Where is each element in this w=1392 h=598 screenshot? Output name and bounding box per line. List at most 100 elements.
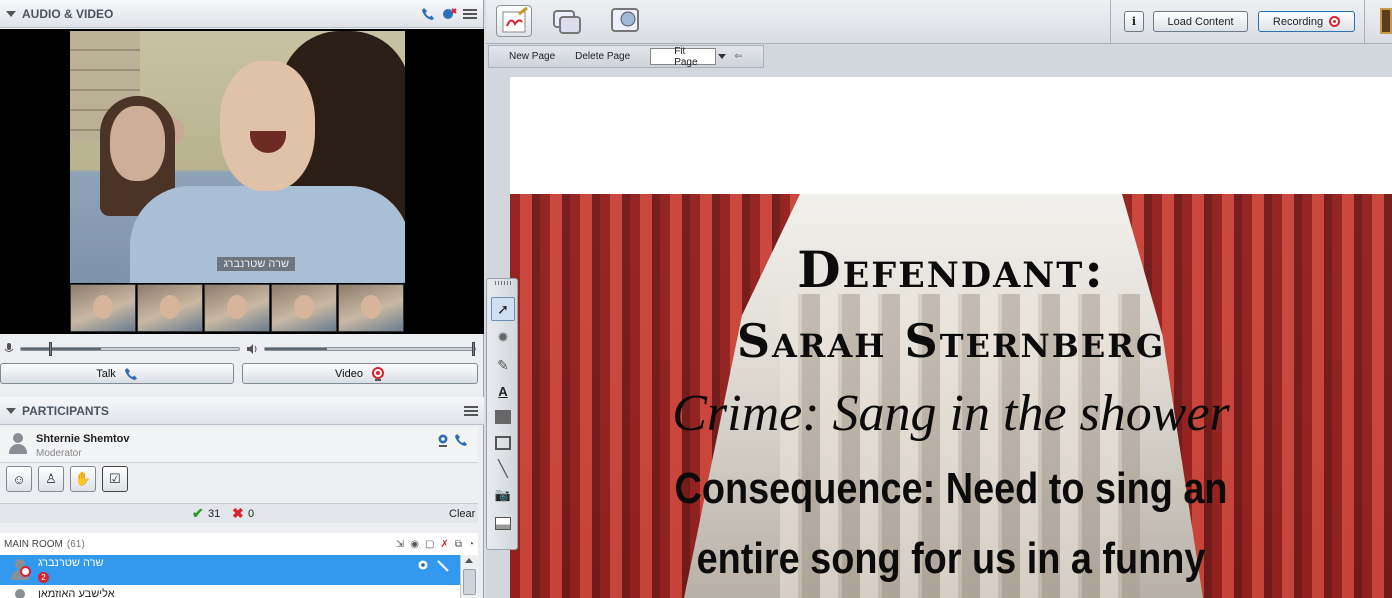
talk-icon <box>124 367 137 380</box>
list-item[interactable]: אלישבע האוזמאן <box>0 585 460 598</box>
smiley-icon: ☺ <box>12 471 26 487</box>
filled-rect-tool[interactable] <box>491 405 515 429</box>
info-button[interactable]: i <box>1124 11 1144 32</box>
panel-menu-icon[interactable] <box>463 8 477 19</box>
status-buttons: ☺ ♙ ✋ ☑ <box>6 466 128 492</box>
app-share-button[interactable] <box>550 5 586 37</box>
share-col-icon[interactable]: ⧉ <box>455 539 462 550</box>
whiteboard-mode-button[interactable] <box>496 5 532 37</box>
speaker-slider-handle[interactable] <box>472 342 475 356</box>
rect-tool[interactable] <box>491 431 515 455</box>
raise-hand-button[interactable]: ✋ <box>70 466 96 492</box>
video-thumbnail[interactable] <box>137 284 203 332</box>
poll-counts: ✔ 31 ✖ 0 Clear <box>0 503 478 523</box>
page-toolbar: New Page Delete Page Fit Page ⇐ <box>488 45 764 68</box>
step-away-button[interactable]: ♙ <box>38 466 64 492</box>
pen-tool[interactable]: ✎ <box>491 353 515 377</box>
whiteboard-tool-palette: ➚ ✹ ✎ A ╲ 📷 <box>486 278 518 550</box>
checkbox-icon: ☑ <box>109 471 121 486</box>
video-button[interactable]: Video <box>242 363 478 384</box>
speaker-volume-slider[interactable] <box>264 342 476 356</box>
video-person-main-face <box>220 61 315 191</box>
video-thumbnail[interactable] <box>338 284 404 332</box>
transfer-icon[interactable]: ⇲ <box>396 539 404 550</box>
mic-volume-slider[interactable] <box>20 342 240 356</box>
recording-button[interactable]: Recording <box>1258 11 1355 32</box>
chevron-down-icon <box>717 54 726 59</box>
collapse-triangle-icon[interactable] <box>6 407 16 414</box>
mic-on-icon[interactable] <box>436 559 450 573</box>
participants-header[interactable]: PARTICIPANTS <box>0 397 484 425</box>
video-on-icon[interactable] <box>416 559 432 573</box>
web-tour-button[interactable] <box>608 5 644 37</box>
fit-page-value: Fit Page <box>674 45 698 68</box>
line-icon: ╲ <box>498 461 508 478</box>
list-item[interactable]: שרה שטרנברג 2 <box>0 555 460 585</box>
participants-section: PARTICIPANTS <box>0 397 484 425</box>
clip-art-tool[interactable] <box>491 511 515 535</box>
emoticon-button[interactable]: ☺ <box>6 466 32 492</box>
laser-tool[interactable]: ✹ <box>491 325 515 349</box>
scroll-up-icon[interactable] <box>465 558 473 563</box>
blackboard-icon[interactable] <box>1380 8 1392 34</box>
audio-video-title: AUDIO & VIDEO <box>22 6 114 21</box>
picture-icon <box>495 516 511 530</box>
fit-page-select[interactable]: Fit Page <box>650 45 726 68</box>
info-icon: i <box>1131 15 1137 28</box>
select-tool[interactable]: ➚ <box>491 297 515 321</box>
text-icon: A <box>498 383 508 399</box>
camera-icon <box>371 366 384 381</box>
top-toolbar: i Load Content Recording <box>486 0 1392 44</box>
phone-icon[interactable] <box>421 7 435 21</box>
video-thumbnail[interactable] <box>204 284 270 332</box>
slide-line-4: Consequence: Need to sing an <box>674 464 1228 513</box>
moderator-name: Shternie Shemtov <box>36 433 130 445</box>
main-room-header[interactable]: MAIN ROOM (61) ⇲ ◉ ▢ ✗ ⧉ ◔ <box>0 533 478 555</box>
pencil-icon: ✎ <box>497 356 509 373</box>
check-icon: ✔ <box>192 505 204 521</box>
phone-status-icon[interactable] <box>454 433 468 447</box>
participant-name: שרה שטרנברג <box>38 557 104 569</box>
toolbar-divider <box>1364 0 1365 44</box>
clear-link[interactable]: Clear <box>449 508 475 520</box>
panel-menu-icon[interactable] <box>464 405 478 416</box>
camera-col-icon[interactable]: ◉ <box>410 539 419 550</box>
moderator-role: Moderator <box>36 448 82 459</box>
status-col-icon[interactable]: ◔ <box>468 539 474 550</box>
page-menu-icon[interactable]: ⇐ <box>734 51 742 62</box>
pointer-icon: ➚ <box>497 300 509 317</box>
palette-drag-handle[interactable] <box>495 281 511 285</box>
audio-video-header[interactable]: AUDIO & VIDEO <box>0 0 483 28</box>
talk-video-buttons: Talk Video <box>0 363 484 384</box>
notification-badge: 2 <box>38 572 49 583</box>
new-page-button[interactable]: New Page <box>509 51 555 62</box>
left-panel: AUDIO & VIDEO שרה שטרנברג Talk Video PAR… <box>0 0 484 598</box>
video-status-icon[interactable] <box>436 433 452 447</box>
slide-line-2: Sarah Sternberg <box>736 314 1166 368</box>
chat-col-icon[interactable]: ▢ <box>425 539 434 550</box>
participant-name: אלישבע האוזמאן <box>38 588 115 598</box>
text-tool[interactable]: A <box>491 379 515 403</box>
participants-scrollbar[interactable] <box>460 555 478 598</box>
mic-slider-handle[interactable] <box>49 342 52 356</box>
collapse-triangle-icon[interactable] <box>6 10 16 17</box>
screenshot-tool[interactable]: 📷 <box>491 483 515 507</box>
slide-line-1: Defendant: <box>797 240 1105 299</box>
scroll-thumb[interactable] <box>463 569 476 595</box>
line-tool[interactable]: ╲ <box>491 457 515 481</box>
video-thumbnail[interactable] <box>70 284 136 332</box>
delete-page-button[interactable]: Delete Page <box>575 51 630 62</box>
polling-button[interactable]: ☑ <box>102 466 128 492</box>
main-room-label: MAIN ROOM <box>4 538 63 550</box>
whiteboard-area: i Load Content Recording New Page Delete… <box>486 0 1392 598</box>
video-thumbnail[interactable] <box>271 284 337 332</box>
video-settings-icon[interactable] <box>441 7 457 21</box>
video-area: שרה שטרנברג <box>0 29 484 334</box>
talk-button[interactable]: Talk <box>0 363 234 384</box>
record-icon <box>1329 16 1341 27</box>
video-name-tag: שרה שטרנברג <box>217 257 295 271</box>
yes-count: 31 <box>208 507 221 520</box>
load-content-button[interactable]: Load Content <box>1153 11 1248 32</box>
mic-col-icon[interactable]: ✗ <box>440 539 448 550</box>
whiteboard-icon <box>502 6 528 33</box>
